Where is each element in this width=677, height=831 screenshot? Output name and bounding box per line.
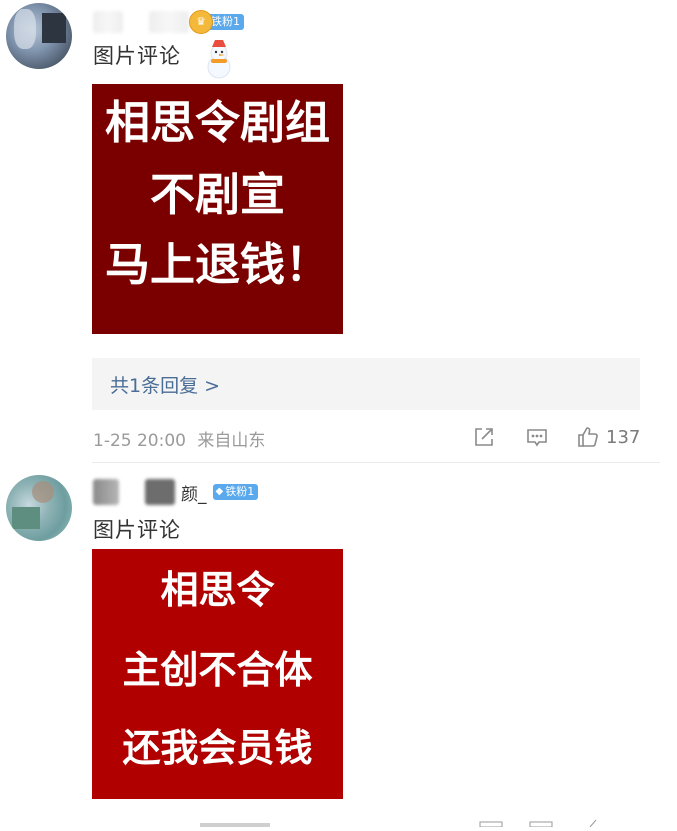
username-blurred: [145, 479, 175, 505]
comment-image[interactable]: 相思令剧组 不剧宣 马上退钱！: [92, 84, 343, 334]
divider: [92, 462, 660, 463]
comment-type-label: 图片评论: [93, 518, 181, 542]
username[interactable]: ♛ 铁粉1: [93, 9, 244, 35]
poster-line: 不剧宣: [149, 168, 285, 221]
thumbs-up-icon: [578, 427, 598, 447]
share-button[interactable]: [472, 424, 496, 450]
comment-meta: 1-25 20:00 来自山东: [93, 426, 265, 451]
poster-line: 主创不合体: [122, 648, 313, 692]
poster-line: 相思令: [160, 568, 275, 612]
fan-badge[interactable]: ◆ 铁粉1: [212, 484, 259, 500]
replies-link[interactable]: 共1条回复 >: [92, 358, 640, 410]
snowman-icon: [207, 40, 231, 79]
fan-badge[interactable]: ♛ 铁粉1: [189, 10, 244, 34]
avatar[interactable]: [6, 475, 72, 541]
comment-icon: [527, 429, 547, 447]
crown-icon: ♛: [189, 10, 213, 34]
poster-line: 相思令剧组: [104, 96, 330, 149]
location: 来自山东: [197, 431, 266, 451]
username-blurred: [93, 11, 123, 33]
avatar[interactable]: [6, 3, 72, 69]
comment-type-label: 图片评论: [93, 44, 181, 68]
username-blurred: [149, 11, 189, 33]
like-button[interactable]: 137: [576, 424, 640, 450]
share-icon: [475, 428, 493, 446]
next-row-cutoff: [0, 812, 677, 828]
poster-line: 还我会员钱: [122, 726, 313, 770]
diamond-icon: ◆: [215, 486, 224, 497]
reply-button[interactable]: [525, 424, 549, 450]
username-blurred: [93, 479, 119, 505]
timestamp: 1-25 20:00: [93, 431, 186, 451]
username[interactable]: 颜_ ◆ 铁粉1: [93, 479, 259, 505]
poster-line: 马上退钱！: [104, 238, 330, 291]
comment-image[interactable]: 相思令 主创不合体 还我会员钱: [92, 549, 343, 799]
like-count: 137: [606, 426, 641, 448]
username-text: 颜_: [181, 484, 207, 505]
